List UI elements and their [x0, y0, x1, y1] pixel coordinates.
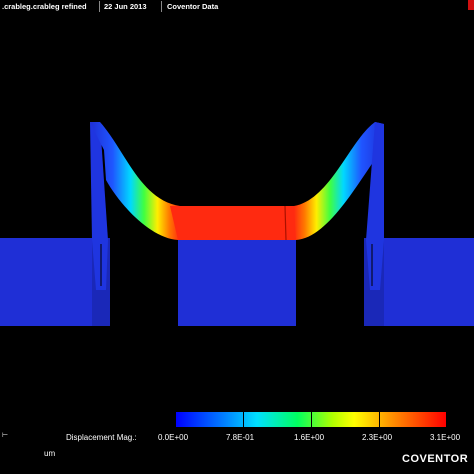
legend-tick-0: 0.0E+00	[158, 433, 189, 442]
axis-triad-icon: ⊢	[2, 432, 9, 439]
right-anchor	[384, 238, 474, 326]
legend-title: Displacement Mag.:	[66, 433, 137, 442]
legend-tick-1: 7.8E-01	[226, 433, 255, 442]
structure-view[interactable]	[0, 0, 474, 405]
color-legend: Displacement Mag.: 0.0E+00 7.8E-01 1.6E+…	[0, 405, 474, 474]
shuttle-beam	[170, 206, 296, 240]
legend-tick-2: 1.6E+00	[294, 433, 325, 442]
legend-tick-3: 2.3E+00	[362, 433, 393, 442]
unit-label: um	[44, 449, 56, 458]
center-anchor	[178, 238, 296, 326]
coventor-logo: COVENTOR	[402, 453, 469, 465]
legend-tick-4: 3.1E+00	[430, 433, 461, 442]
colorbar-tick	[379, 412, 380, 427]
colorbar-tick	[311, 412, 312, 427]
colorbar-tick	[243, 412, 244, 427]
